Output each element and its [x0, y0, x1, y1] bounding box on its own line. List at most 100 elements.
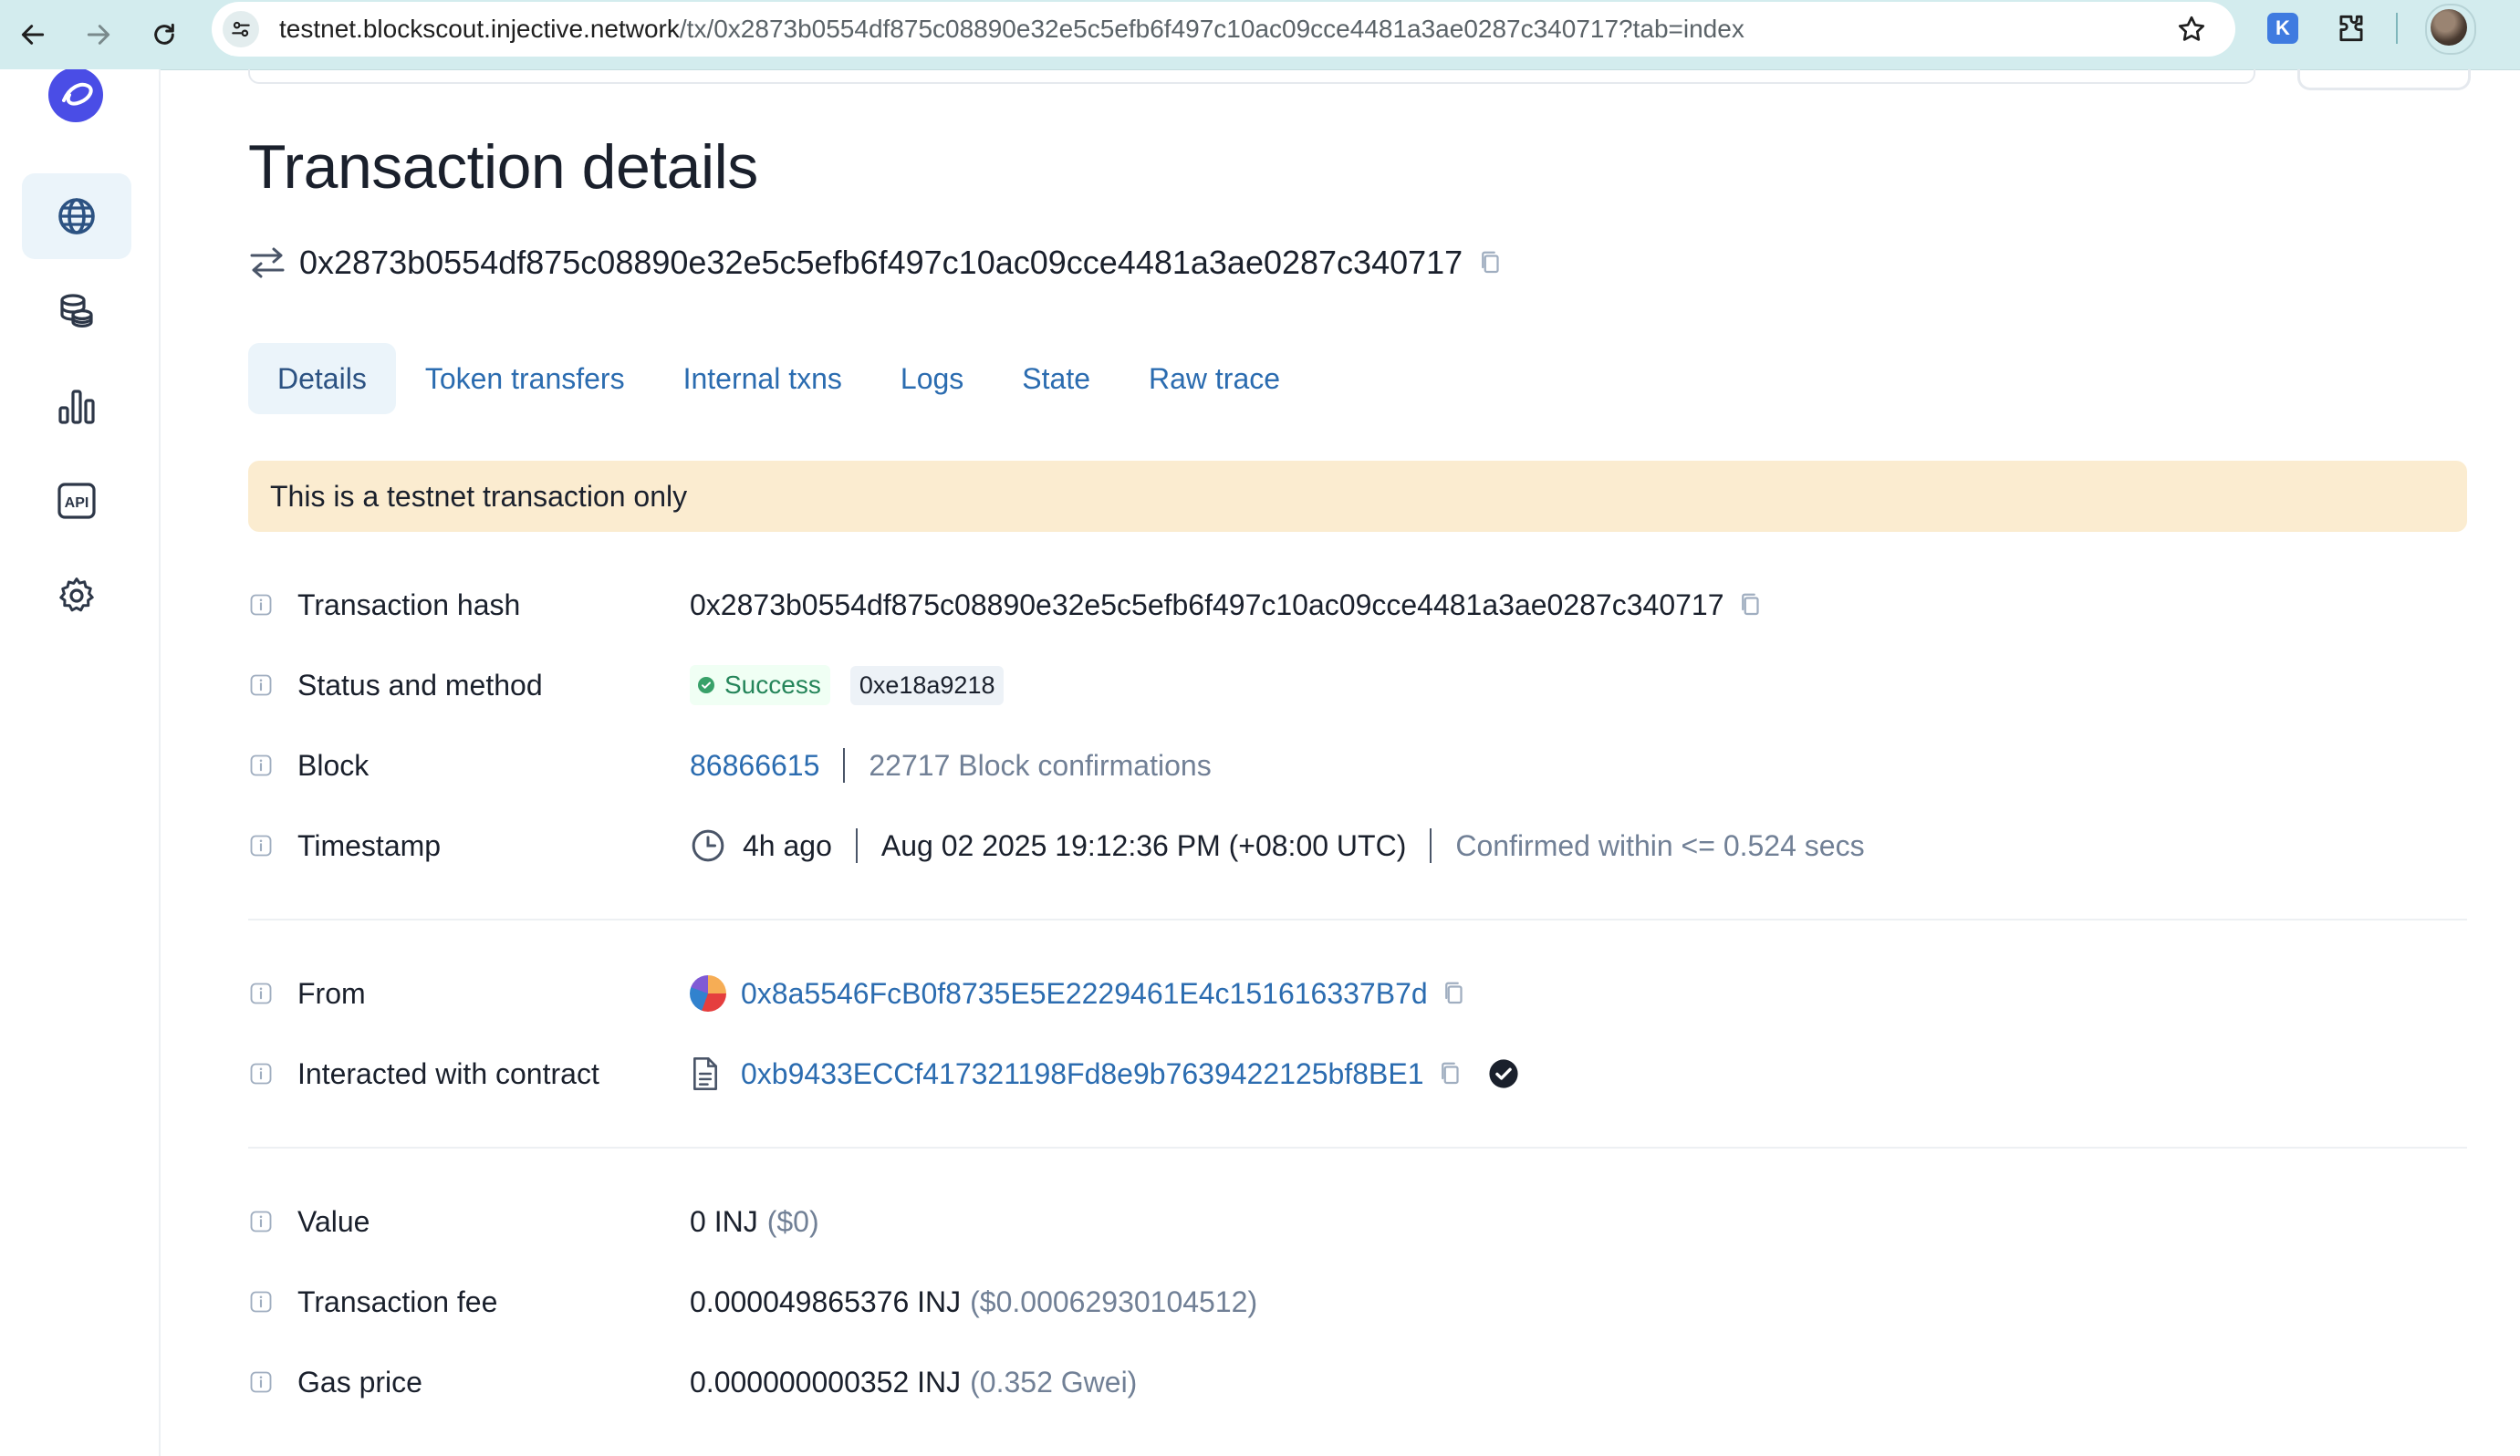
globe-icon: [58, 198, 95, 234]
row-value: Value 0 INJ ($0): [248, 1194, 819, 1249]
sidebar-item-charts[interactable]: [22, 363, 131, 449]
reload-icon: [154, 23, 174, 45]
row-status: Status and method Success 0xe18a9218: [248, 658, 1005, 712]
gas-price-gwei: (0.352 Gwei): [970, 1365, 1138, 1399]
address-bar[interactable]: testnet.blockscout.injective.network/tx/…: [212, 2, 2235, 57]
back-button[interactable]: [11, 13, 55, 57]
timestamp-datetime: Aug 02 2025 19:12:36 PM (+08:00 UTC): [880, 828, 1407, 862]
url-domain: testnet.blockscout.injective.network: [279, 15, 680, 43]
tab-details[interactable]: Details: [248, 343, 396, 414]
app-sidebar: API: [0, 69, 161, 1456]
value-amount: 0 INJ: [690, 1204, 758, 1238]
from-address-link[interactable]: 0x8a5546FcB0f8735E5E2229461E4c151616337B…: [741, 977, 1428, 1011]
forward-button[interactable]: [77, 13, 120, 57]
timestamp-ago: 4h ago: [743, 828, 832, 862]
extensions-puzzle-icon[interactable]: [2334, 11, 2369, 46]
row-block: Block 86866615 22717 Block confirmations: [248, 738, 1212, 793]
copy-icon[interactable]: [1441, 980, 1468, 1007]
row-transaction-hash: Transaction hash 0x2873b0554df875c08890e…: [248, 577, 1765, 632]
separator: [1430, 828, 1432, 863]
coins-icon: [60, 294, 93, 328]
header-button-edge[interactable]: [2297, 69, 2471, 90]
tx-hash-header: 0x2873b0554df875c08890e32e5c5efb6f497c10…: [248, 239, 1505, 286]
label-contract: Interacted with contract: [297, 1056, 599, 1090]
info-icon[interactable]: [248, 592, 274, 618]
label-transaction-fee: Transaction fee: [297, 1284, 498, 1318]
block-confirmations: 22717 Block confirmations: [869, 748, 1212, 782]
info-icon[interactable]: [248, 1061, 274, 1087]
section-divider: [248, 1147, 2467, 1149]
address-avatar: [690, 975, 726, 1012]
bookmark-star-icon[interactable]: [2175, 13, 2208, 46]
info-icon[interactable]: [248, 672, 274, 698]
info-icon[interactable]: [248, 981, 274, 1006]
api-icon: API: [57, 483, 96, 519]
tab-logs[interactable]: Logs: [871, 343, 993, 414]
copy-icon[interactable]: [1477, 249, 1505, 276]
contract-address-link[interactable]: 0xb9433ECCf417321198Fd8e9b7639422125bf8B…: [741, 1057, 1424, 1091]
copy-icon[interactable]: [1437, 1060, 1464, 1087]
copy-icon[interactable]: [1737, 591, 1765, 619]
separator: [855, 828, 858, 863]
status-badge: Success: [690, 665, 830, 705]
transaction-hash-value: 0x2873b0554df875c08890e32e5c5efb6f497c10…: [690, 588, 1724, 621]
gas-price-amount: 0.000000000352 INJ: [690, 1365, 962, 1399]
sidebar-item-tokens[interactable]: [22, 268, 131, 354]
url-text: testnet.blockscout.injective.network/tx/…: [279, 14, 1744, 45]
tab-state[interactable]: State: [993, 343, 1119, 414]
info-icon[interactable]: [248, 833, 274, 858]
arrow-right-icon: [87, 25, 110, 45]
tab-internal-txns[interactable]: Internal txns: [654, 343, 871, 414]
row-gas-price: Gas price 0.000000000352 INJ (0.352 Gwei…: [248, 1355, 1137, 1409]
status-text: Success: [724, 671, 821, 699]
label-status: Status and method: [297, 668, 543, 702]
label-from: From: [297, 976, 366, 1010]
transfer-arrows-icon: [250, 247, 285, 278]
fee-amount: 0.000049865376 INJ: [690, 1284, 962, 1318]
reload-button[interactable]: [142, 13, 186, 57]
label-block: Block: [297, 748, 370, 782]
sidebar-item-api[interactable]: API: [22, 458, 131, 544]
info-icon[interactable]: [248, 1369, 274, 1395]
check-circle-icon: [698, 677, 714, 693]
method-badge: 0xe18a9218: [849, 665, 1005, 705]
profile-avatar[interactable]: [2425, 4, 2476, 55]
row-from: From 0x8a5546FcB0f8735E5E2229461E4c15161…: [248, 966, 1468, 1021]
label-timestamp: Timestamp: [297, 828, 442, 862]
injective-logo-icon[interactable]: [47, 69, 104, 122]
clock-icon: [692, 829, 724, 862]
contract-document-icon: [693, 1057, 718, 1090]
site-settings-icon[interactable]: [223, 11, 259, 47]
toolbar-separator: [2396, 13, 2398, 44]
page-title: Transaction details: [248, 132, 758, 202]
sidebar-item-blockchain[interactable]: [22, 173, 131, 259]
tx-tabs: Details Token transfers Internal txns Lo…: [248, 343, 1309, 414]
row-contract: Interacted with contract 0xb9433ECCf4173…: [248, 1046, 1519, 1101]
testnet-alert: This is a testnet transaction only: [248, 461, 2467, 532]
arrow-left-icon: [21, 25, 45, 45]
value-usd: ($0): [766, 1204, 819, 1238]
verified-check-icon: [1488, 1059, 1518, 1088]
tab-raw-trace[interactable]: Raw trace: [1119, 343, 1309, 414]
label-gas-price: Gas price: [297, 1365, 422, 1399]
sidebar-item-settings[interactable]: [22, 553, 131, 639]
label-value: Value: [297, 1204, 370, 1238]
bar-chart-icon: [58, 390, 95, 424]
tab-token-transfers[interactable]: Token transfers: [396, 343, 654, 414]
tx-hash-title: 0x2873b0554df875c08890e32e5c5efb6f497c10…: [299, 244, 1463, 281]
info-icon[interactable]: [248, 753, 274, 778]
browser-toolbar: testnet.blockscout.injective.network/tx/…: [0, 0, 2520, 70]
extension-k-icon[interactable]: K: [2267, 13, 2298, 44]
api-icon-label: API: [65, 495, 89, 511]
search-bar-edge[interactable]: [248, 69, 2255, 84]
label-transaction-hash: Transaction hash: [297, 588, 521, 621]
fee-usd: ($0.00062930104512): [970, 1284, 1258, 1318]
separator: [843, 748, 846, 783]
block-number-link[interactable]: 86866615: [690, 749, 819, 783]
info-icon[interactable]: [248, 1209, 274, 1234]
confirmation-time: Confirmed within <= 0.524 secs: [1455, 828, 1865, 862]
info-icon[interactable]: [248, 1289, 274, 1315]
gear-icon: [59, 577, 94, 612]
row-timestamp: Timestamp 4h ago Aug 02 2025 19:12:36 PM…: [248, 818, 1865, 873]
row-transaction-fee: Transaction fee 0.000049865376 INJ ($0.0…: [248, 1274, 1257, 1329]
